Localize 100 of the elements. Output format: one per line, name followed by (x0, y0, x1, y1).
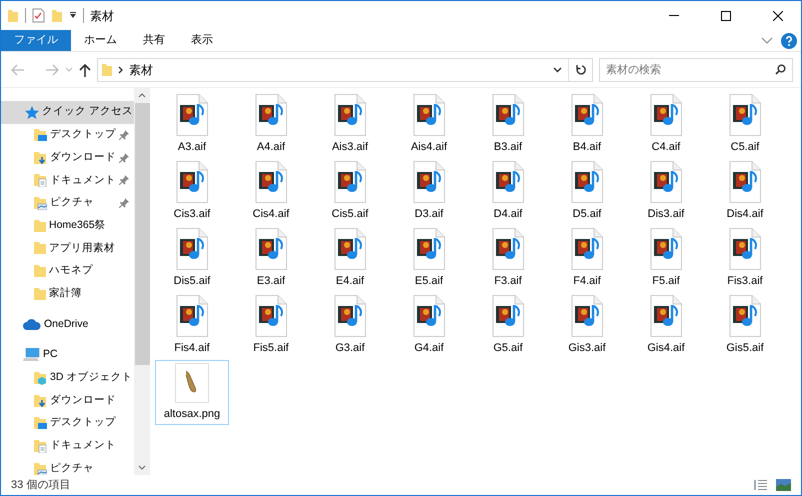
window-title: 素材 (90, 8, 114, 24)
audio-file-icon (413, 94, 445, 136)
file-item[interactable]: G4.aif (392, 293, 466, 358)
expand-ribbon-icon[interactable] (761, 37, 773, 44)
sidebar-item[interactable]: ハモネプ (1, 260, 134, 282)
ribbon-tab[interactable]: ファイル (1, 30, 71, 51)
scrollbar[interactable] (134, 88, 150, 475)
pictures-folder-icon (34, 196, 47, 210)
sidebar-item[interactable]: PC (1, 344, 134, 367)
audio-file-icon (413, 228, 445, 270)
file-item[interactable]: D5.aif (550, 159, 624, 224)
scrollbar-thumb[interactable] (134, 103, 150, 365)
folder-icon (34, 286, 46, 301)
audio-file-icon (492, 160, 524, 203)
help-icon[interactable] (781, 32, 797, 48)
download-folder-icon (34, 150, 47, 165)
item-count: 33 個の項目 (11, 478, 70, 493)
file-item[interactable]: Ais4.aif (392, 92, 466, 157)
sidebar-item[interactable]: ダウンロード (1, 146, 134, 170)
ribbon-tab[interactable]: ホーム (71, 30, 130, 51)
file-item[interactable]: Fis4.aif (155, 293, 229, 358)
audio-file-icon (334, 228, 366, 270)
file-item[interactable]: B4.aif (550, 92, 624, 157)
pictures-folder-icon (34, 462, 47, 475)
desktop-folder-icon (34, 416, 47, 430)
sidebar-item[interactable]: アプリ用素材 (1, 237, 134, 260)
file-item[interactable]: C5.aif (708, 92, 782, 157)
file-item[interactable]: Dis3.aif (629, 159, 703, 224)
sidebar-item[interactable]: 家計簿 (1, 282, 134, 306)
file-item[interactable]: E3.aif (234, 226, 308, 291)
back-arrow-icon[interactable] (11, 64, 25, 76)
ribbon-tab[interactable]: 表示 (178, 30, 226, 51)
file-item[interactable]: Gis4.aif (629, 293, 703, 358)
refresh-icon[interactable] (575, 64, 587, 76)
file-item[interactable]: C4.aif (629, 92, 703, 157)
dropdown-icon[interactable] (553, 66, 562, 72)
scroll-up-icon[interactable] (138, 93, 146, 98)
file-item[interactable]: Cis4.aif (234, 159, 308, 224)
folder-icon (34, 264, 46, 278)
close-icon (773, 10, 783, 20)
audio-file-icon (413, 160, 445, 203)
up-arrow-icon[interactable] (79, 62, 91, 76)
desktop-folder-icon (34, 128, 47, 142)
sidebar-item[interactable]: Home365祭 (1, 214, 134, 238)
file-item[interactable]: Gis5.aif (708, 293, 782, 358)
file-item[interactable]: D4.aif (471, 159, 545, 224)
file-item[interactable]: Cis5.aif (313, 159, 387, 224)
file-item[interactable]: Gis3.aif (550, 293, 624, 358)
file-item[interactable]: A3.aif (155, 92, 229, 157)
file-item[interactable]: E5.aif (392, 226, 466, 291)
forward-arrow-icon[interactable] (45, 64, 59, 76)
file-item[interactable]: F4.aif (550, 226, 624, 291)
address-bar[interactable]: 素材 (97, 58, 593, 82)
breadcrumb-link[interactable]: 素材 (129, 60, 153, 78)
sidebar-item[interactable]: OneDrive (1, 313, 134, 336)
file-item[interactable]: B3.aif (471, 92, 545, 157)
file-item[interactable]: Fis3.aif (708, 226, 782, 291)
saxophone-thumbnail-icon (175, 362, 209, 403)
file-item[interactable]: F5.aif (629, 226, 703, 291)
sidebar-item[interactable]: ピクチャ (1, 457, 134, 475)
recent-locations-icon[interactable] (65, 67, 73, 72)
details-view-icon[interactable] (754, 479, 768, 491)
pin-icon[interactable] (119, 175, 129, 186)
pin-icon[interactable] (119, 130, 129, 140)
sidebar-item[interactable]: デスクトップ (1, 412, 134, 435)
audio-file-icon (334, 294, 366, 337)
audio-file-icon (650, 294, 682, 337)
download-folder-icon (34, 394, 47, 408)
file-item[interactable]: G3.aif (313, 293, 387, 358)
documents-folder-icon (34, 438, 47, 453)
properties-icon[interactable] (32, 8, 45, 23)
sidebar-item[interactable]: 3D オブジェクト (1, 366, 134, 390)
file-item[interactable]: Cis3.aif (155, 159, 229, 224)
sidebar-item[interactable]: ドキュメント (1, 169, 134, 192)
audio-file-icon (255, 94, 287, 136)
search-field[interactable]: 素材の検索 (599, 58, 793, 82)
file-item[interactable]: Dis5.aif (155, 226, 229, 291)
file-item[interactable]: altosax.png (155, 360, 229, 425)
audio-file-icon (571, 228, 603, 270)
audio-file-icon (729, 160, 761, 203)
file-item[interactable]: E4.aif (313, 226, 387, 291)
file-item[interactable]: G5.aif (471, 293, 545, 358)
ribbon-tab[interactable]: 共有 (130, 30, 178, 51)
audio-file-icon (334, 160, 366, 203)
audio-file-icon (650, 160, 682, 203)
dropdown-icon[interactable] (69, 12, 77, 20)
file-item[interactable]: F3.aif (471, 226, 545, 291)
file-item[interactable]: A4.aif (234, 92, 308, 157)
scroll-down-icon[interactable] (138, 465, 146, 470)
sidebar-item[interactable]: ダウンロード (1, 389, 134, 412)
file-item[interactable]: Dis4.aif (708, 159, 782, 224)
sidebar-item[interactable]: デスクトップ (1, 124, 134, 146)
file-item[interactable]: Ais3.aif (313, 92, 387, 157)
sidebar-item[interactable]: ピクチャ (1, 192, 134, 214)
sidebar-item[interactable]: クイック アクセス (1, 101, 134, 124)
pin-icon[interactable] (119, 198, 129, 208)
sidebar-item[interactable]: ドキュメント (1, 434, 134, 458)
file-item[interactable]: D3.aif (392, 159, 466, 224)
pin-icon[interactable] (119, 152, 129, 163)
file-item[interactable]: Fis5.aif (234, 293, 308, 358)
